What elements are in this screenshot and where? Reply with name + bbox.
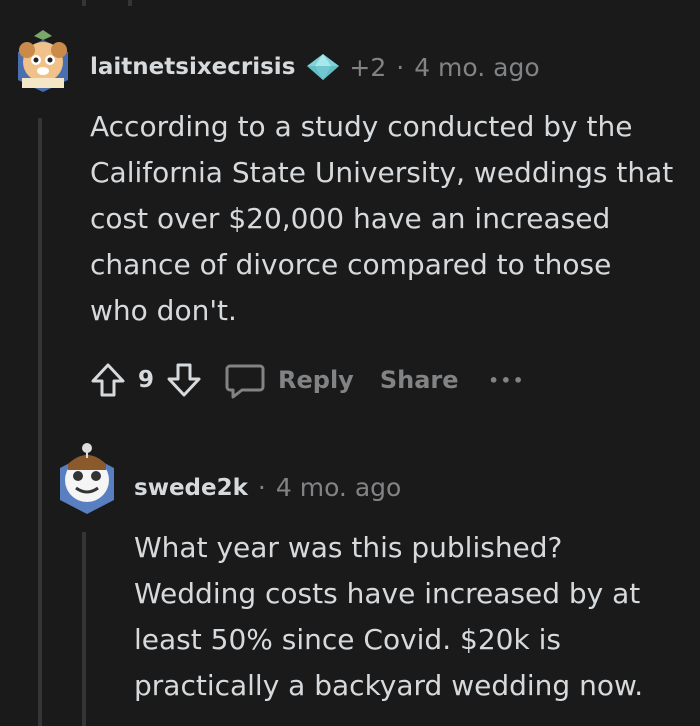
separator: · (396, 52, 405, 82)
comment-age[interactable]: 4 mo. ago (414, 53, 539, 82)
username[interactable]: swede2k (134, 475, 248, 501)
upvote-icon (91, 363, 125, 397)
reply-label: Reply (278, 366, 354, 394)
username[interactable]: laitnetsixecrisis (90, 54, 295, 80)
comment-body-line: Wedding costs have increased by at (134, 577, 641, 610)
comment-body-2: What year was this published? Wedding co… (134, 525, 643, 709)
vote-count: 9 (138, 367, 155, 393)
more-options-icon: ••• (488, 370, 526, 390)
downvote-button[interactable] (164, 360, 204, 400)
thread-line-top-2[interactable] (128, 0, 132, 6)
comment-body-line: who don't. (90, 294, 237, 327)
comment-meta: laitnetsixecrisis +2 · 4 mo. ago (90, 52, 540, 82)
comment-bubble-icon (225, 364, 265, 399)
comment-body-line: What year was this published? (134, 531, 563, 564)
comment-body: According to a study conducted by the Ca… (90, 104, 673, 334)
comment-body-line: practically a backyard wedding now. (134, 669, 644, 702)
comment-age[interactable]: 4 mo. ago (276, 473, 401, 502)
reply-button[interactable]: Reply (224, 360, 354, 400)
share-button[interactable]: Share (380, 366, 459, 394)
downvote-icon (167, 363, 201, 397)
avatar-swede2k[interactable] (56, 440, 118, 516)
separator: · (257, 473, 266, 502)
diamond-icon (305, 52, 341, 82)
comment-meta-2: swede2k · 4 mo. ago (134, 473, 401, 502)
thread-line-comment-1[interactable] (38, 118, 42, 726)
upvote-button[interactable] (88, 360, 128, 400)
comment-body-line: California State University, weddings th… (90, 156, 674, 189)
karma-change: +2 (349, 52, 387, 82)
thread-line-top[interactable] (82, 0, 86, 6)
thread-line-comment-2[interactable] (82, 532, 86, 726)
avatar[interactable] (14, 28, 72, 94)
comment-body-line: According to a study conducted by the (90, 110, 633, 143)
comment-body-line: chance of divorce compared to those (90, 248, 612, 281)
more-options-button[interactable]: ••• (489, 371, 526, 390)
comment-body-line: least 50% since Covid. $20k is (134, 623, 561, 656)
comment-body-line: cost over $20,000 have an increased (90, 202, 611, 235)
comment-actions: 9 Reply Share ••• (88, 360, 525, 400)
share-label: Share (379, 366, 459, 394)
